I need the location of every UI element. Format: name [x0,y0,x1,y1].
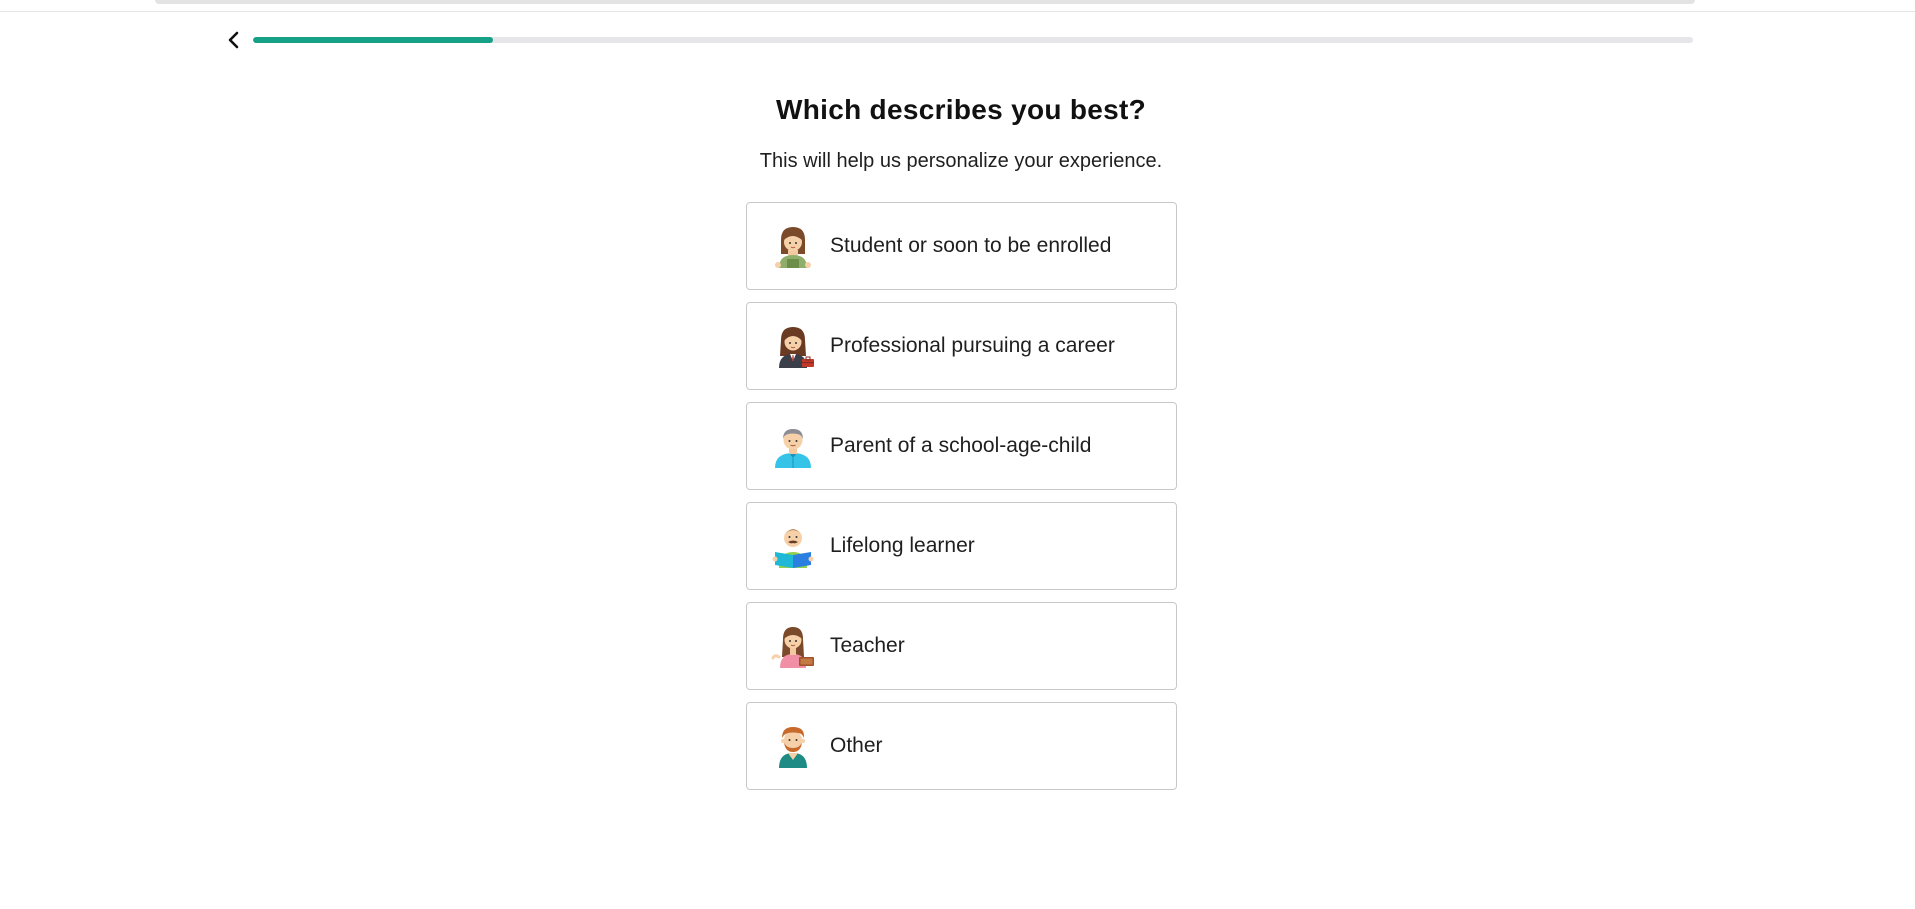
lifelong-learner-avatar-icon [772,529,814,568]
role-options-list: Student or soon to be enrolled Professio… [746,202,1177,802]
option-label: Other [830,734,883,757]
other-avatar-icon [779,727,807,768]
option-teacher[interactable]: Teacher [746,602,1177,690]
professional-avatar-icon [779,327,814,368]
option-professional[interactable]: Professional pursuing a career [746,302,1177,390]
student-avatar-icon [775,227,811,268]
option-label: Lifelong learner [830,534,975,557]
browser-top-edge [155,0,1695,4]
option-lifelong-learner[interactable]: Lifelong learner [746,502,1177,590]
teacher-avatar-icon [771,627,814,668]
option-label: Parent of a school-age-child [830,434,1092,457]
header-divider [0,11,1915,12]
progress-bar [253,37,1693,43]
option-label: Professional pursuing a career [830,334,1115,357]
option-other[interactable]: Other [746,702,1177,790]
parent-avatar-icon [775,429,811,468]
back-button[interactable] [222,28,246,52]
option-student[interactable]: Student or soon to be enrolled [746,202,1177,290]
progress-bar-fill [253,37,494,43]
page-subtitle: This will help us personalize your exper… [759,150,1163,172]
option-parent[interactable]: Parent of a school-age-child [746,402,1177,490]
page-title: Which describes you best? [775,94,1147,125]
option-label: Student or soon to be enrolled [830,234,1112,257]
option-label: Teacher [830,634,905,657]
chevron-left-icon [228,31,239,49]
